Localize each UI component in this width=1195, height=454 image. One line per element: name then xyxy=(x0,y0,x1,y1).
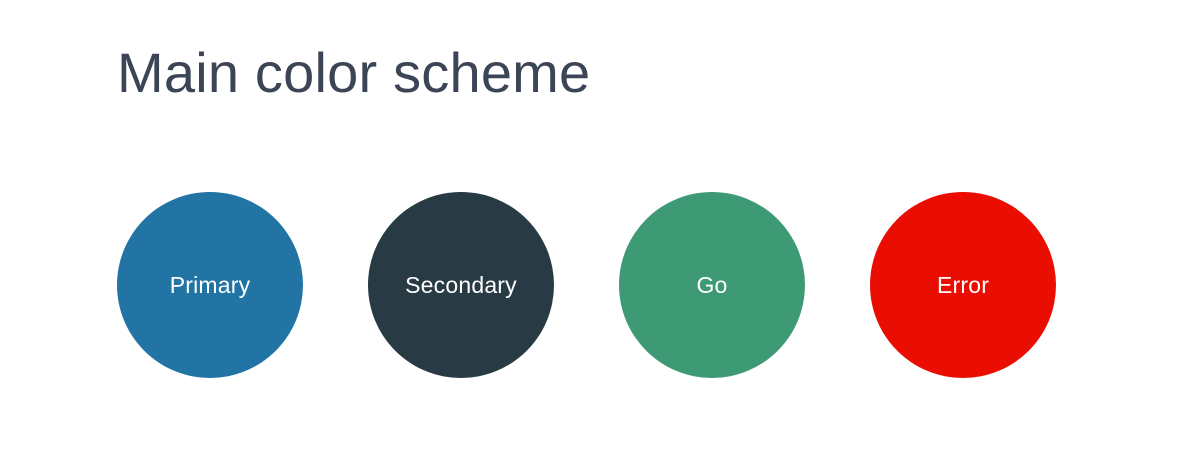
swatch-label-secondary: Secondary xyxy=(405,272,517,298)
color-swatch-primary: Primary xyxy=(117,192,303,378)
color-swatch-go: Go xyxy=(619,192,805,378)
swatch-label-go: Go xyxy=(696,272,728,298)
color-swatch-error: Error xyxy=(870,192,1056,378)
swatch-label-error: Error xyxy=(936,272,990,298)
color-swatch-row: Primary Secondary Go Error xyxy=(117,192,1117,378)
color-swatch-secondary: Secondary xyxy=(368,192,554,378)
page-title: Main color scheme xyxy=(117,41,591,104)
swatch-label-primary: Primary xyxy=(169,272,251,298)
